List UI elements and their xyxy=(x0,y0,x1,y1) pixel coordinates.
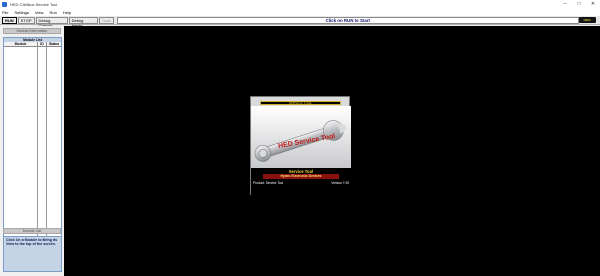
column-header-module[interactable]: Module xyxy=(4,42,38,46)
menu-help[interactable]: Help xyxy=(63,10,71,15)
tools-button[interactable]: Tools xyxy=(98,16,114,24)
wrench-image: HED Service Tool xyxy=(251,106,351,168)
splash-footer: Product: Service Tool Version 7.05 xyxy=(253,181,349,185)
menu-settings[interactable]: Settings xyxy=(14,10,28,15)
module-hint: Click On a Module to Bring its View to t… xyxy=(3,236,62,272)
maximize-button[interactable]: □ xyxy=(572,0,586,9)
splash-company-name: Hydro Electronic Devices xyxy=(263,174,339,179)
splash-version-label: Version 7.05 xyxy=(331,181,349,185)
minimize-button[interactable]: – xyxy=(558,0,572,9)
app-icon xyxy=(2,2,7,7)
run-button[interactable]: RUN xyxy=(2,16,17,24)
splash-product-label: Product: Service Tool xyxy=(253,181,284,185)
window-controls: – □ ✕ xyxy=(558,0,600,9)
close-button[interactable]: ✕ xyxy=(586,0,600,9)
splash-screen: SERVICE TOOL HED Service Tool Service To… xyxy=(250,96,351,196)
left-panel: Module Information Module List Module ID… xyxy=(0,26,64,276)
menu-bar: File Settings View Run Help xyxy=(0,9,600,16)
status-message: Click on RUN to Start xyxy=(117,16,579,24)
debug-inputs-button[interactable]: Debug Inputs xyxy=(68,16,98,28)
title-bar: HED CANbus Service Tool – □ ✕ xyxy=(0,0,600,9)
module-list-heading: Module List xyxy=(3,228,61,234)
splash-title-label: SERVICE TOOL xyxy=(260,101,341,105)
module-list-body xyxy=(4,47,61,251)
id-column-area xyxy=(38,47,47,251)
module-list[interactable]: Module List Module ID Status xyxy=(3,37,62,252)
menu-file[interactable]: File xyxy=(2,10,8,15)
stop-button[interactable]: STOP xyxy=(17,16,35,24)
debug-outputs-button[interactable]: Debug Outputs xyxy=(35,16,68,28)
status-column-area xyxy=(47,47,61,251)
module-information-heading: Module Information xyxy=(3,28,61,34)
menu-run[interactable]: Run xyxy=(50,10,57,15)
column-header-id[interactable]: ID xyxy=(38,42,47,46)
module-column-area xyxy=(4,47,38,251)
menu-view[interactable]: View xyxy=(35,10,44,15)
hed-logo: HED xyxy=(578,17,596,23)
column-header-status[interactable]: Status xyxy=(47,42,61,46)
toolbar: RUN STOP Debug Outputs Debug Inputs Tool… xyxy=(0,16,600,28)
splash-info-panel: Service Tool Hydro Electronic Devices Pr… xyxy=(251,168,351,196)
window-title: HED CANbus Service Tool xyxy=(10,2,58,7)
